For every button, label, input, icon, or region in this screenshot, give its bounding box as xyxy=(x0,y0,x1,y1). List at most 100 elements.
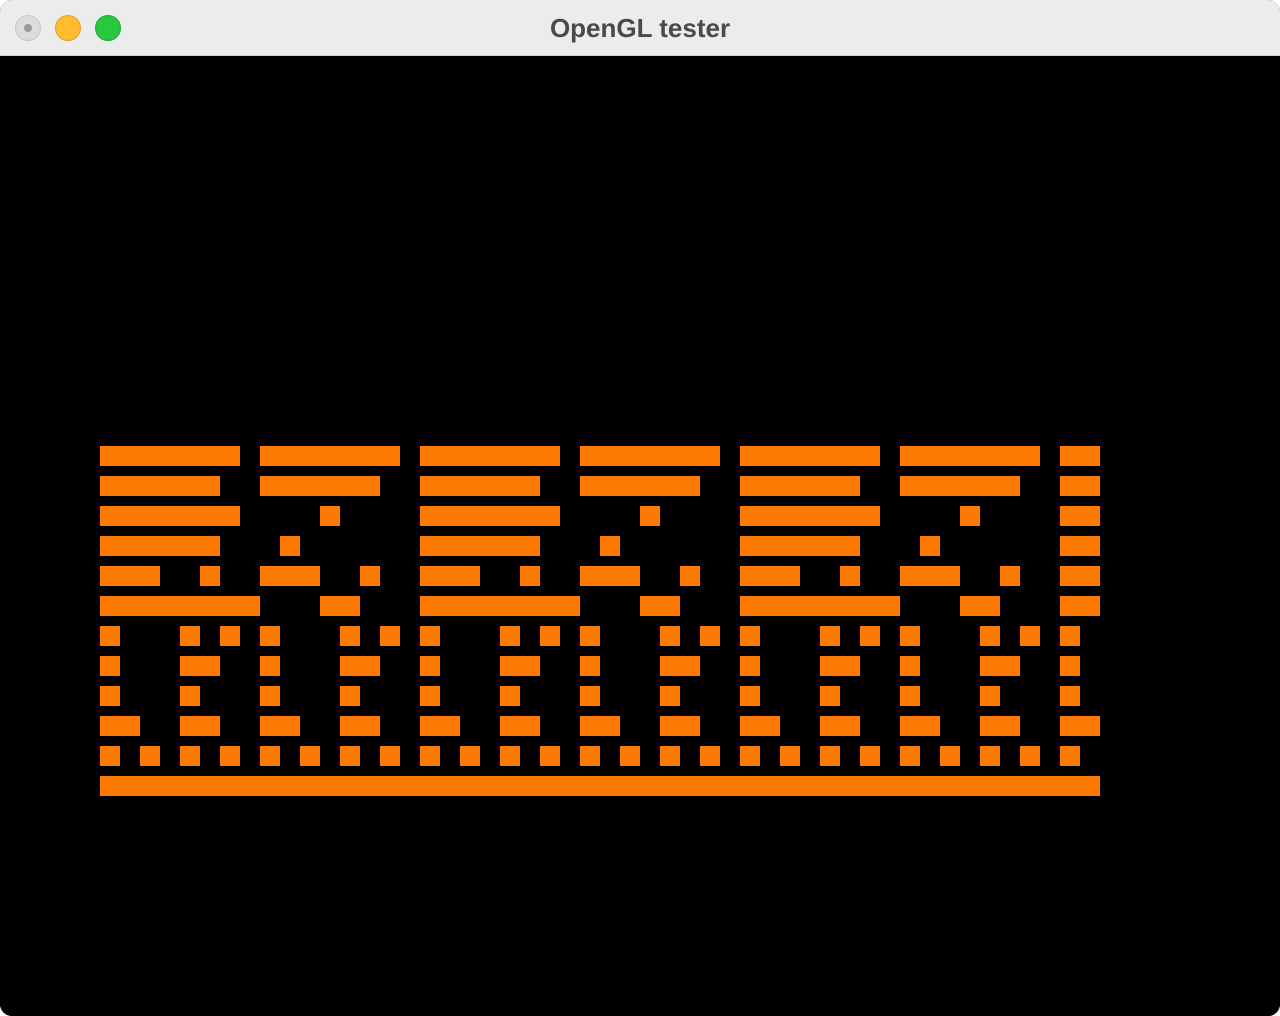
title-bar[interactable]: OpenGL tester xyxy=(0,0,1280,56)
pattern-block xyxy=(1060,506,1100,526)
pattern-block xyxy=(100,746,120,766)
pattern-block xyxy=(740,596,900,616)
pattern-block xyxy=(980,656,1020,676)
pattern-block xyxy=(420,656,440,676)
pattern-block xyxy=(960,506,980,526)
pattern-block xyxy=(500,626,520,646)
pattern-block xyxy=(820,746,840,766)
pattern-block xyxy=(180,686,200,706)
pattern-block xyxy=(960,596,1000,616)
pattern-block xyxy=(900,476,1020,496)
pattern-block xyxy=(680,566,700,586)
pattern-block xyxy=(260,656,280,676)
pattern-block xyxy=(260,446,400,466)
pattern-block xyxy=(860,626,880,646)
pattern-block xyxy=(740,566,800,586)
pattern-block xyxy=(200,566,220,586)
pattern-block xyxy=(100,596,260,616)
pattern-block xyxy=(260,566,320,586)
pattern-block xyxy=(580,716,620,736)
pattern-block xyxy=(820,626,840,646)
pattern-block xyxy=(1020,746,1040,766)
pattern-block xyxy=(660,686,680,706)
pattern-block xyxy=(640,506,660,526)
pattern-block xyxy=(340,686,360,706)
pattern-block xyxy=(100,776,1100,796)
pattern-block xyxy=(580,476,700,496)
pattern-block xyxy=(140,746,160,766)
pattern-block xyxy=(580,746,600,766)
pattern-block xyxy=(180,716,220,736)
pattern-block xyxy=(1060,536,1100,556)
pattern-block xyxy=(340,626,360,646)
pattern-block xyxy=(420,536,540,556)
pattern-block xyxy=(340,656,380,676)
pattern-block xyxy=(100,716,140,736)
pattern-block xyxy=(320,506,340,526)
pattern-block xyxy=(340,746,360,766)
pattern-block xyxy=(420,686,440,706)
pattern-block xyxy=(1000,566,1020,586)
pattern-block xyxy=(820,716,860,736)
pattern-block xyxy=(100,566,160,586)
pattern-block xyxy=(1060,476,1100,496)
pattern-block xyxy=(900,566,960,586)
pattern-block xyxy=(220,626,240,646)
pattern-block xyxy=(620,746,640,766)
pattern-block xyxy=(740,476,860,496)
pattern-block xyxy=(740,716,780,736)
pattern-block xyxy=(700,626,720,646)
pattern-block xyxy=(540,626,560,646)
pattern-block xyxy=(460,746,480,766)
pattern-block xyxy=(700,746,720,766)
pattern-block xyxy=(580,686,600,706)
pattern-block xyxy=(180,626,200,646)
pattern-block xyxy=(100,686,120,706)
pattern-block xyxy=(740,536,860,556)
pattern-block xyxy=(1060,596,1100,616)
pattern-block xyxy=(520,566,540,586)
pattern-block xyxy=(660,716,700,736)
pattern-block xyxy=(820,686,840,706)
pattern-block xyxy=(380,626,400,646)
pattern-block xyxy=(580,626,600,646)
pattern-block xyxy=(860,746,880,766)
pattern-block xyxy=(260,746,280,766)
pattern-block xyxy=(740,656,760,676)
pattern-block xyxy=(260,686,280,706)
pattern-block xyxy=(940,746,960,766)
pattern-block xyxy=(980,746,1000,766)
pattern-block xyxy=(260,716,300,736)
pattern-block xyxy=(640,596,680,616)
pattern-block xyxy=(660,656,700,676)
pattern-block xyxy=(1060,566,1100,586)
pattern-block xyxy=(580,656,600,676)
pattern-block xyxy=(420,626,440,646)
rendered-pattern xyxy=(100,446,1100,796)
pattern-block xyxy=(900,686,920,706)
pattern-block xyxy=(1060,626,1080,646)
pattern-block xyxy=(420,506,560,526)
pattern-block xyxy=(1020,626,1040,646)
pattern-block xyxy=(980,686,1000,706)
pattern-block xyxy=(540,746,560,766)
pattern-block xyxy=(180,656,220,676)
pattern-block xyxy=(500,686,520,706)
pattern-block xyxy=(100,656,120,676)
pattern-block xyxy=(740,626,760,646)
pattern-block xyxy=(1060,716,1100,736)
app-window: OpenGL tester xyxy=(0,0,1280,1016)
pattern-block xyxy=(280,536,300,556)
pattern-block xyxy=(320,596,360,616)
pattern-block xyxy=(900,746,920,766)
pattern-block xyxy=(820,656,860,676)
pattern-block xyxy=(900,716,940,736)
pattern-block xyxy=(980,716,1020,736)
pattern-block xyxy=(840,566,860,586)
pattern-block xyxy=(500,656,540,676)
pattern-block xyxy=(660,746,680,766)
opengl-render-canvas[interactable] xyxy=(0,56,1280,1016)
pattern-block xyxy=(420,746,440,766)
pattern-block xyxy=(100,476,220,496)
pattern-block xyxy=(600,536,620,556)
